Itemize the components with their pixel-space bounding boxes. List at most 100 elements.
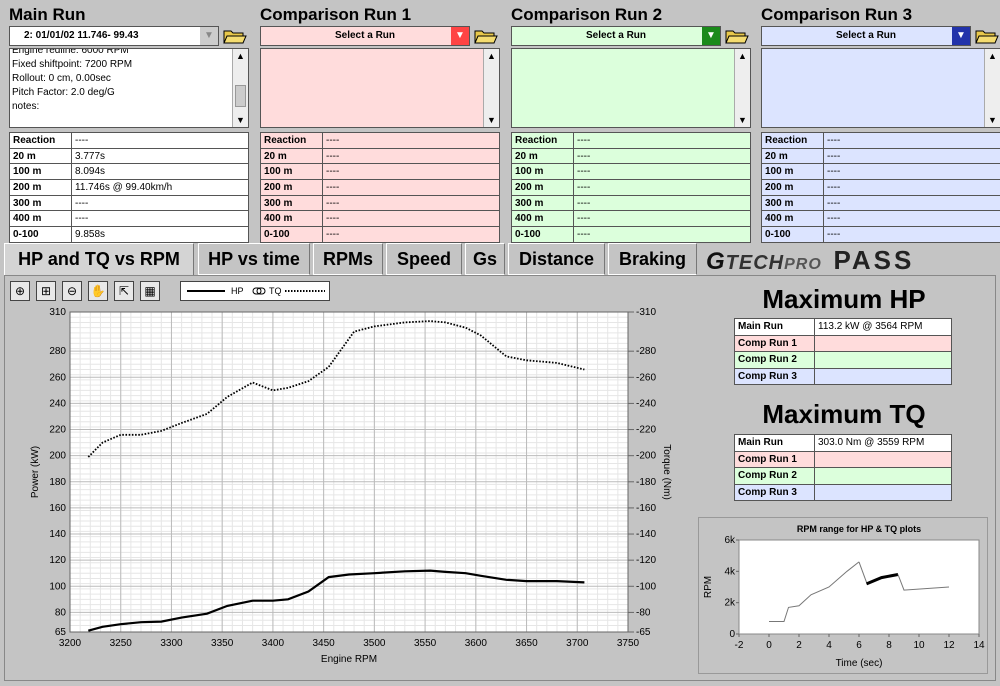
- row-label: 200 m: [9, 179, 72, 196]
- row-value: ----: [322, 226, 500, 243]
- x-tick-label: 0: [766, 640, 772, 651]
- row-label: 200 m: [511, 179, 574, 196]
- x-tick-label: 3750: [617, 638, 640, 649]
- x-tick-label: 6: [856, 640, 862, 651]
- y-tick-label: 2k: [724, 598, 736, 609]
- y2-tick-label: -260: [636, 372, 656, 383]
- row-value: ----: [573, 132, 751, 149]
- table-row: Comp Run 1: [734, 334, 952, 352]
- row-label: 400 m: [9, 210, 72, 228]
- table-row: 300 m ----: [260, 194, 500, 212]
- row-label: 0-100: [260, 226, 323, 243]
- row-label: 400 m: [511, 210, 574, 228]
- note-line: Engine redline: 6000 RPM: [12, 48, 129, 56]
- row-label: 20 m: [9, 147, 72, 165]
- tab-hp-vs-time[interactable]: HP vs time: [198, 243, 310, 275]
- folder-open-icon[interactable]: [223, 28, 247, 44]
- comp-run-1-panel: Comparison Run 1 Select a Run ▼ ▲ ▼ React…: [260, 0, 500, 243]
- table-row: 100 m 8.094s: [9, 163, 249, 181]
- notes-scrollbar[interactable]: ▲ ▼: [984, 49, 1000, 127]
- y-tick-label: 4k: [724, 566, 736, 577]
- y2-tick-label: -200: [636, 451, 656, 462]
- row-value: ----: [573, 179, 751, 196]
- tab-braking[interactable]: Braking: [608, 243, 697, 275]
- y2-tick-label: -65: [636, 627, 651, 638]
- x-tick-label: 3250: [110, 638, 133, 649]
- fit-expand-icon[interactable]: ⇱: [114, 281, 134, 301]
- folder-open-icon[interactable]: [725, 28, 749, 44]
- grid-icon[interactable]: ▦: [140, 281, 160, 301]
- rpm-chart-title: RPM range for HP & TQ plots: [797, 524, 921, 534]
- row-label: Reaction: [761, 132, 824, 149]
- main-run-selector[interactable]: 2: 01/01/02 11.746- 99.43 ▼: [9, 26, 219, 46]
- max-tq-table: Main Run 303.0 Nm @ 3559 RPM Comp Run 1 Com…: [734, 434, 952, 501]
- rpm-range-chart[interactable]: RPM range for HP & TQ plots -2 0 2 4 6 8 10 12 14…: [698, 517, 988, 674]
- note-line: notes:: [12, 101, 40, 112]
- hp-tq-chart[interactable]: 3200 3250 3300 3350 3400 3450 3500 3550 3600 3650…: [8, 302, 688, 676]
- hp-tq-chart-svg: 3200 3250 3300 3350 3400 3450 3500 3550 3600 3650…: [30, 307, 672, 665]
- row-label: 20 m: [511, 147, 574, 165]
- row-label: 100 m: [511, 163, 574, 181]
- tab-speed[interactable]: Speed: [386, 243, 462, 275]
- y-tick-label: 180: [49, 477, 66, 488]
- notes-scrollbar[interactable]: ▲ ▼: [483, 49, 499, 127]
- chevron-down-icon[interactable]: ▼: [702, 27, 720, 45]
- table-row: 300 m ----: [761, 194, 1000, 212]
- row-value: [814, 334, 952, 352]
- comp-run-3-notes[interactable]: ▲ ▼: [761, 48, 1000, 128]
- table-row: 0-100 ----: [511, 226, 751, 243]
- zoom-in-icon[interactable]: ⊕: [10, 281, 30, 301]
- x-tick-label: 8: [886, 640, 892, 651]
- tab-hp-tq-vs-rpm[interactable]: HP and TQ vs RPM: [4, 243, 194, 275]
- comp-run-1-selector[interactable]: Select a Run ▼: [260, 26, 470, 46]
- max-hp-table: Main Run 113.2 kW @ 3564 RPM Comp Run 1 Com…: [734, 318, 952, 385]
- tab-distance[interactable]: Distance: [508, 243, 605, 275]
- y-tick-label: 0: [729, 629, 735, 640]
- row-label: 300 m: [761, 194, 824, 212]
- folder-open-icon[interactable]: [474, 28, 498, 44]
- rpm-range-chart-svg: RPM range for HP & TQ plots-2 0 2 4 6 8 10 12 14…: [703, 524, 985, 669]
- row-label: Reaction: [9, 132, 72, 149]
- x-tick-label: 3400: [262, 638, 285, 649]
- notes-scrollbar[interactable]: ▲ ▼: [734, 49, 750, 127]
- chevron-down-icon[interactable]: ▼: [952, 27, 970, 45]
- main-run-notes[interactable]: Engine redline: 6000 RPM Fixed shiftpoint…: [9, 48, 249, 128]
- comp-run-3-selector[interactable]: Select a Run ▼: [761, 26, 971, 46]
- comp-run-2-notes[interactable]: ▲ ▼: [511, 48, 751, 128]
- notes-scrollbar[interactable]: ▲ ▼: [232, 49, 248, 127]
- row-label: 0-100: [9, 226, 72, 243]
- legend-hp-label: HP: [231, 286, 244, 296]
- plot-legend[interactable]: HP TQ: [180, 281, 330, 301]
- x-tick-label: 4: [826, 640, 832, 651]
- table-row: Main Run 303.0 Nm @ 3559 RPM: [734, 434, 952, 452]
- row-label: Comp Run 2: [734, 467, 815, 485]
- table-row: 0-100 ----: [761, 226, 1000, 243]
- row-value: [814, 450, 952, 468]
- row-value: 303.0 Nm @ 3559 RPM: [814, 434, 952, 452]
- comp-run-2-selector[interactable]: Select a Run ▼: [511, 26, 721, 46]
- row-value: ----: [573, 194, 751, 212]
- table-row: Comp Run 3: [734, 483, 952, 501]
- y-tick-label: 80: [55, 607, 67, 618]
- zoom-out-icon[interactable]: ⊖: [62, 281, 82, 301]
- row-value: ----: [823, 226, 1000, 243]
- chevron-down-icon[interactable]: ▼: [451, 27, 469, 45]
- x-tick-label: 3650: [515, 638, 538, 649]
- folder-open-icon[interactable]: [975, 28, 999, 44]
- comp-run-1-notes[interactable]: ▲ ▼: [260, 48, 500, 128]
- tab-rpms[interactable]: RPMs: [313, 243, 383, 275]
- x-tick-label: 3350: [211, 638, 234, 649]
- table-row: Reaction ----: [9, 132, 249, 149]
- chevron-down-icon[interactable]: ▼: [200, 27, 218, 45]
- zoom-box-icon[interactable]: ⊞: [36, 281, 56, 301]
- pan-hand-icon[interactable]: ✋: [88, 281, 108, 301]
- y-axis-label: Power (kW): [30, 446, 41, 498]
- table-row: 400 m ----: [9, 210, 249, 228]
- table-row: 400 m ----: [511, 210, 751, 228]
- main-run-times-table: Reaction ---- 20 m 3.777s 100 m 8.094s 200 m 11…: [9, 132, 249, 243]
- tab-gs[interactable]: Gs: [465, 243, 505, 275]
- comp-run-2-times-table: Reaction ---- 20 m ---- 100 m ---- 200 m ---- 30…: [511, 132, 751, 243]
- row-label: 0-100: [511, 226, 574, 243]
- comp-run-3-times-table: Reaction ---- 20 m ---- 100 m ---- 200 m ---- 30…: [761, 132, 1000, 243]
- legend-tq-label: TQ: [269, 286, 282, 296]
